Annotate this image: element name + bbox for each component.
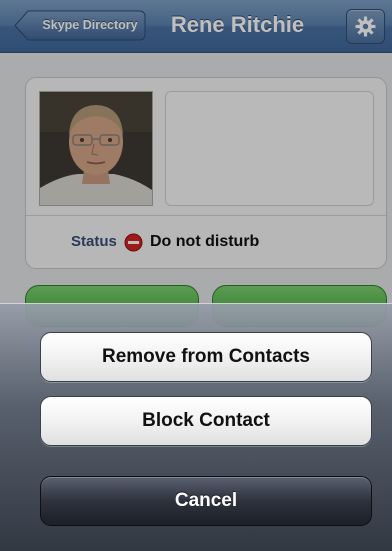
cancel-button[interactable]: Cancel bbox=[40, 476, 372, 526]
screen: Skype Directory Rene Ritchie Status Do n… bbox=[0, 0, 392, 551]
action-sheet: Remove from Contacts Block Contact Cance… bbox=[0, 303, 392, 551]
block-contact-button[interactable]: Block Contact bbox=[40, 396, 372, 446]
remove-from-contacts-button[interactable]: Remove from Contacts bbox=[40, 332, 372, 382]
